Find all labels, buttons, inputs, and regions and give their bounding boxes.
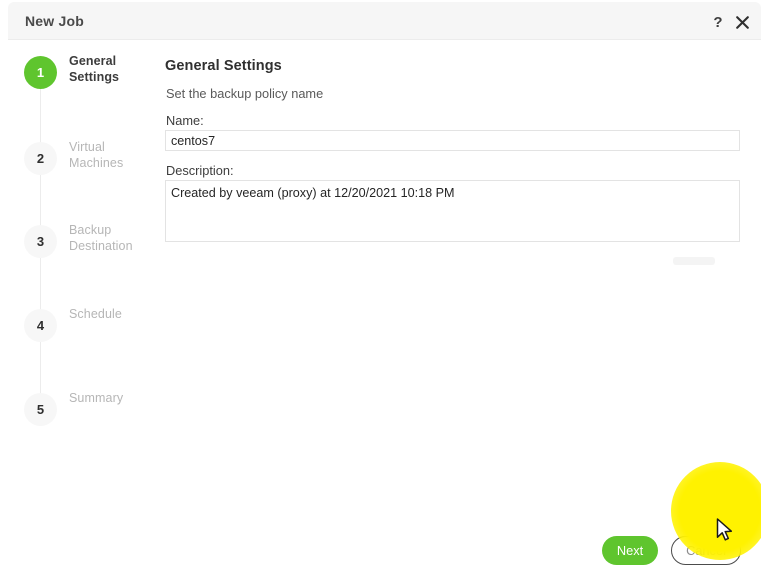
main-content-panel: General Settings Set the backup policy n… <box>165 46 761 522</box>
next-button[interactable]: Next <box>602 536 658 565</box>
dialog-titlebar: New Job ? <box>8 2 761 40</box>
name-field-label: Name: <box>166 113 204 128</box>
step-number-badge: 5 <box>24 393 57 426</box>
step-number-badge: 1 <box>24 56 57 89</box>
help-icon[interactable]: ? <box>708 12 728 32</box>
sidebar-step-virtual-machines[interactable]: 2 Virtual Machines <box>0 140 165 190</box>
cancel-button[interactable]: Cancel <box>671 536 741 565</box>
wizard-stepper: 1 General Settings 2 Virtual Machines 3 … <box>0 46 165 426</box>
step-label: General Settings <box>69 54 120 84</box>
step-label: Schedule <box>69 307 122 321</box>
step-label: Virtual Machines <box>69 140 124 170</box>
step-number-badge: 2 <box>24 142 57 175</box>
name-input[interactable] <box>165 130 740 151</box>
close-icon[interactable] <box>732 12 752 32</box>
dialog-footer: Next Cancel <box>0 520 761 582</box>
step-label: Summary <box>69 391 124 405</box>
step-number-badge: 4 <box>24 309 57 342</box>
page-title: General Settings <box>165 58 282 74</box>
description-field-label: Description: <box>166 163 234 178</box>
page-subtitle: Set the backup policy name <box>166 86 324 101</box>
step-label: Backup Destination <box>69 223 133 253</box>
dialog-title: New Job <box>25 13 84 29</box>
sidebar-step-schedule[interactable]: 4 Schedule <box>0 307 165 357</box>
step-number-badge: 3 <box>24 225 57 258</box>
sidebar-step-summary[interactable]: 5 Summary <box>0 391 165 441</box>
description-input[interactable] <box>165 180 740 242</box>
sidebar-step-general-settings[interactable]: 1 General Settings <box>0 54 165 104</box>
render-artifact <box>673 257 715 265</box>
new-job-dialog: New Job ? 1 General Settings 2 Virtual M… <box>0 0 761 582</box>
sidebar-step-backup-destination[interactable]: 3 Backup Destination <box>0 223 165 273</box>
